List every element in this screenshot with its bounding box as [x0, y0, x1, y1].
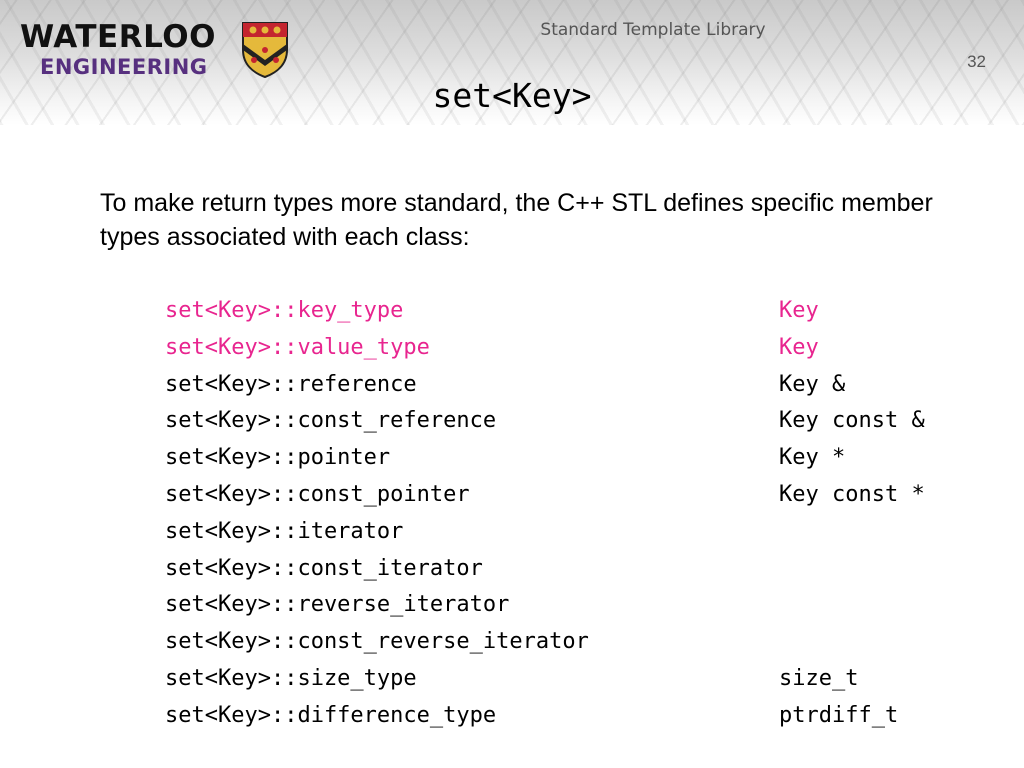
member-type-value: Key — [779, 298, 819, 323]
member-type-row: set<Key>::difference_type ptrdiff_t — [165, 698, 985, 735]
member-type-row: set<Key>::pointer Key * — [165, 440, 985, 477]
presentation-title: Standard Template Library — [540, 20, 766, 40]
member-type-value: Key const * — [779, 481, 925, 507]
member-type-name: set<Key>::const_iterator — [165, 555, 483, 581]
member-type-value: size_t — [779, 665, 859, 691]
member-type-row: set<Key>::const_reference Key const & — [165, 403, 985, 440]
member-type-row: set<Key>::size_type size_t — [165, 661, 985, 698]
member-type-row: set<Key>::const_reverse_iterator — [165, 624, 985, 661]
member-type-row: set<Key>::iterator — [165, 514, 985, 551]
member-type-value: Key — [779, 334, 819, 360]
member-type-name: set<Key>::pointer — [165, 445, 391, 471]
member-type-name: set<Key>::value_type — [165, 334, 430, 360]
member-type-name: set<Key>::reference — [165, 371, 417, 397]
member-type-row: set<Key>::key_type Key — [165, 293, 985, 330]
member-type-value: ptrdiff_t — [779, 702, 899, 728]
member-type-row: set<Key>::const_iterator — [165, 551, 985, 588]
member-type-row: set<Key>::value_type Key — [165, 330, 985, 367]
member-type-name: set<Key>::size_type — [165, 665, 417, 691]
intro-paragraph: To make return types more standard, the … — [100, 189, 933, 251]
slide-number: 32 — [967, 52, 986, 71]
member-type-name: set<Key>::difference_type — [165, 702, 497, 728]
member-type-name: set<Key>::const_reference — [165, 408, 497, 434]
member-type-name: set<Key>::const_pointer — [165, 481, 470, 507]
member-type-row: set<Key>::const_pointer Key const * — [165, 477, 985, 514]
member-type-row: set<Key>::reverse_iterator — [165, 587, 985, 624]
member-type-value: Key * — [779, 445, 846, 471]
member-type-name: set<Key>::iterator — [165, 518, 404, 544]
member-type-value: Key & — [779, 371, 846, 397]
member-types-list: set<Key>::key_type Key set<Key>::value_typ… — [165, 293, 985, 735]
member-type-row: set<Key>::reference Key & — [165, 367, 985, 404]
logo-text-engineering: ENGINEERING — [40, 55, 208, 79]
member-type-name: set<Key>::key_type — [165, 298, 404, 323]
member-type-value: Key const & — [779, 408, 925, 434]
member-type-name: set<Key>::reverse_iterator — [165, 592, 510, 618]
slide-title: set<Key> — [432, 76, 592, 115]
member-type-name: set<Key>::const_reverse_iterator — [165, 629, 589, 655]
